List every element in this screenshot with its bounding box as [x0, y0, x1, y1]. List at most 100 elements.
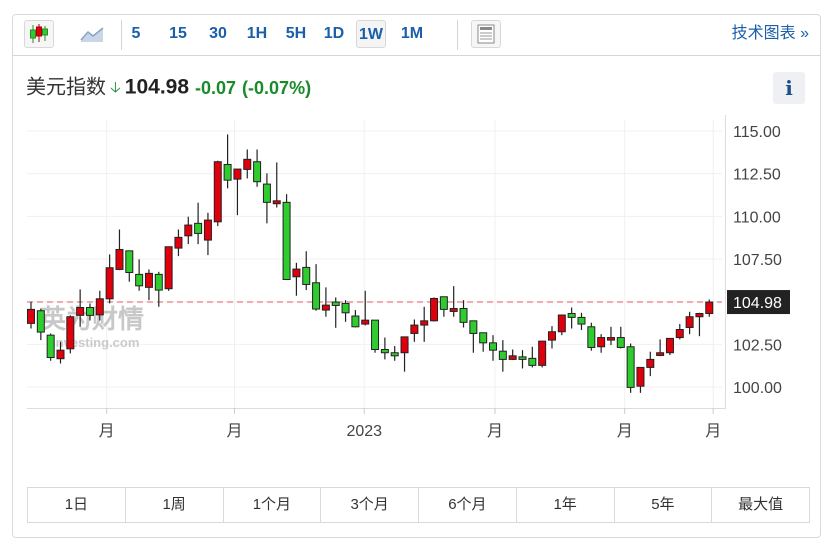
y-tick-label: 110.00 — [733, 209, 781, 226]
candle-body — [665, 337, 674, 354]
candle-body — [36, 310, 45, 333]
down-arrow-icon: 🡣 — [110, 78, 121, 96]
interval-1h[interactable]: 1H — [243, 20, 271, 48]
x-tick-label: 月 — [99, 423, 115, 440]
candle-body — [420, 320, 429, 326]
range-button[interactable]: 6个月 — [419, 488, 517, 522]
candle-body — [646, 358, 655, 368]
candle-body — [449, 308, 458, 312]
candle-body — [321, 304, 330, 311]
candle-body — [489, 342, 498, 351]
candle-body — [85, 307, 94, 316]
candle-body — [636, 366, 645, 387]
candle-body — [203, 219, 212, 241]
x-tick-label: 月 — [487, 423, 503, 440]
interval-15[interactable]: 15 — [163, 20, 193, 48]
candle-body — [351, 315, 360, 328]
range-button[interactable]: 最大值 — [712, 488, 809, 522]
candle-body — [557, 314, 566, 333]
candle-body — [174, 236, 183, 249]
candle-body — [66, 316, 75, 350]
candle-body — [597, 337, 606, 348]
candle-body — [56, 349, 65, 360]
interval-30[interactable]: 30 — [202, 20, 234, 48]
candle-body — [626, 346, 635, 388]
info-button[interactable]: i — [773, 72, 805, 104]
candle-body — [538, 340, 547, 366]
candle-body — [508, 355, 517, 360]
price-change-percent: (-0.07%) — [242, 77, 312, 98]
candle-body — [430, 297, 439, 322]
range-button[interactable]: 1周 — [126, 488, 224, 522]
candle-body — [105, 267, 114, 300]
candlestick-chart[interactable]: 英为财情Investing.com115.00112.50110.00107.5… — [0, 110, 831, 450]
candle-body — [253, 161, 262, 183]
x-tick-label: 2023 — [346, 423, 382, 440]
candle-body — [380, 348, 389, 354]
candle-body — [400, 336, 409, 354]
candle-body — [616, 337, 625, 348]
candle-body — [498, 350, 507, 360]
area-chart-icon[interactable] — [78, 20, 108, 48]
candle-body — [705, 301, 714, 314]
range-button[interactable]: 1日 — [28, 488, 126, 522]
x-tick-label: 月 — [617, 423, 633, 440]
divider — [121, 20, 122, 50]
range-button[interactable]: 1年 — [517, 488, 615, 522]
x-tick-label: 月 — [705, 423, 721, 440]
interval-1m[interactable]: 1M — [396, 20, 428, 48]
candle-body — [685, 316, 694, 328]
candle-body — [154, 273, 163, 291]
candle-body — [469, 320, 478, 334]
price-change: -0.07 — [195, 77, 237, 98]
interval-5[interactable]: 5 — [123, 20, 149, 48]
candle-body — [547, 331, 556, 341]
y-tick-label: 115.00 — [733, 124, 781, 141]
candlestick-icon[interactable] — [24, 20, 54, 48]
candle-body — [115, 248, 124, 270]
candle-body — [272, 200, 281, 205]
candle-body — [518, 356, 527, 360]
candle-body — [213, 161, 222, 223]
candle-body — [243, 158, 252, 170]
candle-body — [46, 334, 55, 359]
candle-body — [233, 168, 242, 180]
candle-body — [95, 298, 104, 316]
candle-body — [223, 163, 232, 181]
news-layout-icon[interactable] — [471, 20, 501, 48]
interval-1d[interactable]: 1D — [320, 20, 348, 48]
range-button[interactable]: 3个月 — [321, 488, 419, 522]
y-tick-label: 112.50 — [733, 167, 781, 184]
candle-body — [302, 266, 311, 285]
time-range-selector: 1日 1周 1个月 3个月 6个月 1年 5年 最大值 — [27, 487, 810, 523]
candle-body — [27, 308, 35, 324]
candle-body — [282, 201, 291, 281]
candle-body — [184, 224, 193, 237]
candle-body — [587, 326, 596, 348]
candle-body — [331, 301, 340, 306]
interval-5h[interactable]: 5H — [281, 20, 311, 48]
candle-body — [656, 352, 665, 356]
divider — [457, 20, 458, 50]
watermark: Investing.com — [52, 335, 139, 350]
instrument-name: 美元指数 — [26, 76, 106, 99]
candle-body — [479, 332, 488, 344]
technical-chart-link[interactable]: 技术图表 » — [732, 20, 809, 48]
range-button[interactable]: 5年 — [615, 488, 713, 522]
candle-body — [577, 316, 586, 325]
candle-body — [135, 273, 144, 287]
candle-body — [675, 329, 684, 339]
interval-1w[interactable]: 1W — [356, 20, 386, 48]
candle-body — [528, 357, 537, 366]
quote-header: 美元指数 🡣 104.98 -0.07 (-0.07%) — [26, 72, 311, 102]
candle-body — [695, 312, 704, 318]
y-tick-label: 107.50 — [733, 252, 782, 269]
range-button[interactable]: 1个月 — [224, 488, 322, 522]
candle-body — [292, 268, 301, 278]
candle-body — [164, 246, 173, 290]
candle-body — [144, 272, 153, 288]
candle-body — [567, 312, 576, 318]
candle-body — [76, 307, 85, 316]
last-price-label: 104.98 — [733, 295, 782, 312]
candle-body — [371, 319, 380, 350]
